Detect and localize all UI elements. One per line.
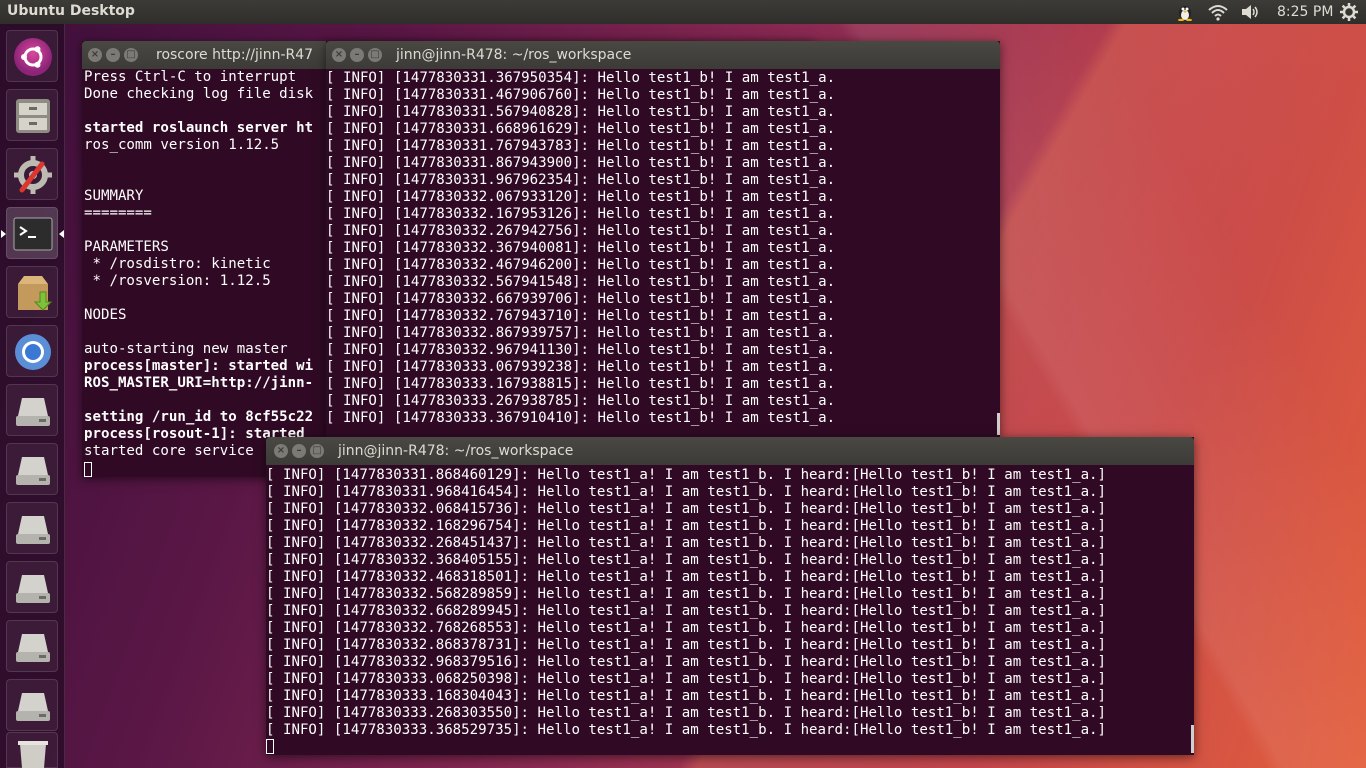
terminal-line: [ INFO] [1477830331.467906760]: Hello te… (326, 87, 836, 103)
terminal-icon[interactable] (1, 207, 64, 259)
maximize-icon[interactable]: □ (124, 48, 138, 62)
terminal-line: [ INFO] [1477830332.767943710]: Hello te… (326, 308, 836, 324)
maximize-icon[interactable]: □ (310, 444, 324, 458)
listener-titlebar[interactable]: × – □ jinn@jinn-R478: ~/ros_workspace (266, 437, 1194, 465)
volume-icon[interactable] (1240, 3, 1260, 21)
terminal-line: [ INFO] [1477830332.268451437]: Hello te… (266, 535, 1107, 551)
system-settings-icon[interactable] (6, 148, 58, 200)
terminal-line: [ INFO] [1477830332.368405155]: Hello te… (266, 552, 1107, 568)
terminal-cursor (266, 739, 1194, 755)
terminal-line: [ INFO] [1477830333.068250398]: Hello te… (266, 671, 1107, 687)
listener-terminal-window[interactable]: × – □ jinn@jinn-R478: ~/ros_workspace [ … (266, 437, 1194, 755)
close-icon[interactable]: × (332, 48, 346, 62)
terminal-line: [ INFO] [1477830331.868460129]: Hello te… (266, 467, 1107, 483)
drive-icon[interactable] (6, 384, 58, 436)
wifi-icon[interactable] (1208, 3, 1228, 21)
drive-icon[interactable] (6, 502, 58, 554)
terminal-line: [ INFO] [1477830331.867943900]: Hello te… (326, 155, 836, 171)
clock[interactable]: 8:25 PM (1277, 4, 1333, 22)
terminal-line: [ INFO] [1477830332.168296754]: Hello te… (266, 518, 1107, 534)
terminal-line: [ INFO] [1477830332.668289945]: Hello te… (266, 603, 1107, 619)
ubuntu-dash-icon[interactable] (6, 30, 58, 82)
terminal-line: [ INFO] [1477830332.667939706]: Hello te… (326, 291, 836, 307)
terminal-line: [ INFO] [1477830331.767943783]: Hello te… (326, 138, 836, 154)
terminal-line: [ INFO] [1477830332.968379516]: Hello te… (266, 654, 1107, 670)
terminal-line: [ INFO] [1477830331.567940828]: Hello te… (326, 104, 836, 120)
terminal-line: [ INFO] [1477830331.968416454]: Hello te… (266, 484, 1107, 500)
maximize-icon[interactable]: □ (368, 48, 382, 62)
terminal-line: [ INFO] [1477830333.268303550]: Hello te… (266, 705, 1107, 721)
talker-window-title: jinn@jinn-R478: ~/ros_workspace (396, 47, 632, 63)
talker-terminal-output[interactable]: [ INFO] [1477830331.367950354]: Hello te… (326, 70, 1000, 437)
chromium-icon[interactable] (6, 325, 58, 377)
terminal-line: [ INFO] [1477830333.368529735]: Hello te… (266, 722, 1107, 738)
terminal-line: [ INFO] [1477830332.568289859]: Hello te… (266, 586, 1107, 602)
terminal-line: [ INFO] [1477830333.167938815]: Hello te… (326, 376, 836, 392)
drive-icon[interactable] (6, 561, 58, 613)
talker-terminal-window[interactable]: × – □ jinn@jinn-R478: ~/ros_workspace [ … (326, 41, 1000, 437)
trash-icon[interactable] (6, 732, 58, 768)
terminal-line: [ INFO] [1477830332.067933120]: Hello te… (326, 189, 836, 205)
terminal-line: [ INFO] [1477830332.367940081]: Hello te… (326, 240, 836, 256)
top-panel: Ubuntu Desktop 8:25 PM (0, 0, 1366, 24)
minimize-icon[interactable]: – (350, 48, 364, 62)
terminal-line: [ INFO] [1477830332.267942756]: Hello te… (326, 223, 836, 239)
terminal-line: [ INFO] [1477830331.967962354]: Hello te… (326, 172, 836, 188)
drive-icon[interactable] (6, 620, 58, 672)
listener-scrollbar[interactable] (1191, 725, 1194, 753)
desktop-title: Ubuntu Desktop (7, 3, 135, 19)
close-icon[interactable]: × (88, 48, 102, 62)
talker-titlebar[interactable]: × – □ jinn@jinn-R478: ~/ros_workspace (326, 41, 1000, 69)
roscore-cursor (84, 459, 94, 477)
terminal-line: [ INFO] [1477830333.168304043]: Hello te… (266, 688, 1107, 704)
terminal-line: [ INFO] [1477830333.267938785]: Hello te… (326, 393, 836, 409)
terminal-line: [ INFO] [1477830332.068415736]: Hello te… (266, 501, 1107, 517)
terminal-line: [ INFO] [1477830331.668961629]: Hello te… (326, 121, 836, 137)
terminal-line: [ INFO] [1477830332.167953126]: Hello te… (326, 206, 836, 222)
close-icon[interactable]: × (274, 444, 288, 458)
listener-window-title: jinn@jinn-R478: ~/ros_workspace (338, 443, 574, 459)
terminal-line: [ INFO] [1477830332.468318501]: Hello te… (266, 569, 1107, 585)
listener-terminal-output[interactable]: [ INFO] [1477830331.868460129]: Hello te… (266, 467, 1194, 755)
minimize-icon[interactable]: – (106, 48, 120, 62)
terminal-line: [ INFO] [1477830333.067939238]: Hello te… (326, 359, 836, 375)
roscore-window-title: roscore http://jinn-R47 (156, 47, 314, 63)
terminal-line: [ INFO] [1477830333.367910410]: Hello te… (326, 410, 836, 426)
terminal-line: [ INFO] [1477830332.867939757]: Hello te… (326, 325, 836, 341)
tux-icon[interactable] (1175, 3, 1195, 21)
settings-gear-icon[interactable] (1340, 3, 1358, 21)
software-updater-icon[interactable] (6, 266, 58, 318)
drive-icon[interactable] (6, 679, 58, 731)
terminal-line: [ INFO] [1477830332.467946200]: Hello te… (326, 257, 836, 273)
terminal-line: [ INFO] [1477830332.768268553]: Hello te… (266, 620, 1107, 636)
files-icon[interactable] (6, 89, 58, 141)
talker-scrollbar[interactable] (997, 413, 1000, 435)
terminal-line: [ INFO] [1477830332.567941548]: Hello te… (326, 274, 836, 290)
launcher (0, 24, 65, 768)
drive-icon[interactable] (6, 443, 58, 495)
minimize-icon[interactable]: – (292, 444, 306, 458)
terminal-line: [ INFO] [1477830332.967941130]: Hello te… (326, 342, 836, 358)
terminal-line: [ INFO] [1477830332.868378731]: Hello te… (266, 637, 1107, 653)
terminal-line: [ INFO] [1477830331.367950354]: Hello te… (326, 70, 836, 86)
